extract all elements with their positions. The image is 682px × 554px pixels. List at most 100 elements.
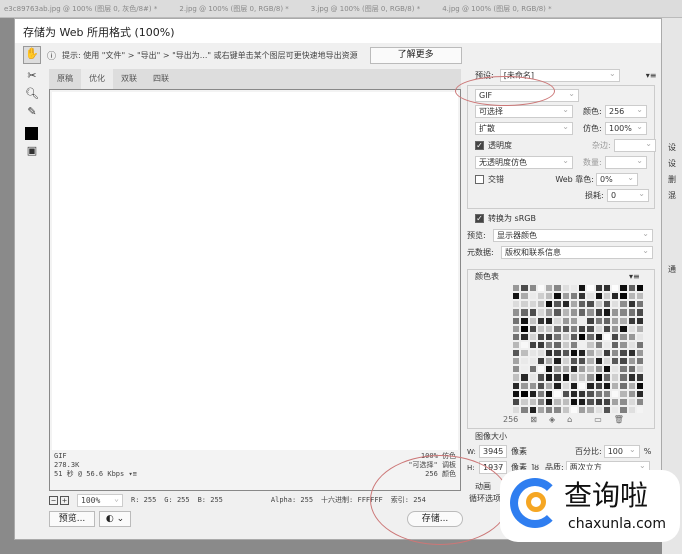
color-swatch[interactable] <box>586 389 595 398</box>
preview-select[interactable]: 显示器颜色 <box>493 228 653 242</box>
color-swatch[interactable] <box>569 381 578 390</box>
color-swatch[interactable] <box>602 397 611 406</box>
color-swatch[interactable] <box>569 332 578 341</box>
color-swatch[interactable] <box>594 300 603 309</box>
color-swatch[interactable] <box>578 349 587 358</box>
color-swatch[interactable] <box>520 324 529 333</box>
color-swatch[interactable] <box>528 365 537 374</box>
hand-tool-icon[interactable]: ✋ <box>23 46 41 64</box>
color-swatch[interactable] <box>528 349 537 358</box>
color-swatch[interactable] <box>635 324 644 333</box>
color-swatch[interactable] <box>520 332 529 341</box>
color-swatch[interactable] <box>545 389 554 398</box>
color-swatch[interactable] <box>627 284 636 293</box>
color-swatch[interactable] <box>545 332 554 341</box>
color-swatch[interactable] <box>611 373 620 382</box>
doc-tab[interactable]: 4.jpg @ 100% (图层 0, RGB/8) * <box>438 4 555 14</box>
transparency-dither-select[interactable]: 无透明度仿色 <box>475 155 573 169</box>
color-swatch[interactable] <box>553 405 562 414</box>
color-swatch[interactable] <box>611 284 620 293</box>
color-swatch[interactable] <box>536 308 545 317</box>
color-swatch[interactable] <box>553 292 562 301</box>
color-swatch[interactable] <box>536 332 545 341</box>
color-swatch[interactable] <box>545 292 554 301</box>
tab-4up[interactable]: 四联 <box>145 69 177 89</box>
color-swatch[interactable] <box>627 349 636 358</box>
color-swatch[interactable] <box>520 373 529 382</box>
color-swatch[interactable] <box>561 324 570 333</box>
color-swatch[interactable] <box>594 332 603 341</box>
color-swatch[interactable] <box>578 389 587 398</box>
color-swatch[interactable] <box>619 349 628 358</box>
percent-input[interactable]: 100 <box>603 444 640 458</box>
color-swatch[interactable] <box>553 365 562 374</box>
color-swatch[interactable] <box>512 284 521 293</box>
color-swatch[interactable] <box>561 365 570 374</box>
color-swatch[interactable] <box>536 340 545 349</box>
color-swatch[interactable] <box>520 397 529 406</box>
color-swatch[interactable] <box>578 292 587 301</box>
color-swatch[interactable] <box>627 340 636 349</box>
color-swatch[interactable] <box>569 397 578 406</box>
color-swatch[interactable] <box>545 324 554 333</box>
color-swatch[interactable] <box>602 300 611 309</box>
color-swatch[interactable] <box>578 357 587 366</box>
color-swatch[interactable] <box>594 284 603 293</box>
websnap-input[interactable]: 0% <box>596 172 638 186</box>
zoom-out-button[interactable]: − <box>49 495 58 505</box>
color-swatch[interactable] <box>561 389 570 398</box>
color-swatch[interactable] <box>578 397 587 406</box>
color-swatch[interactable] <box>569 349 578 358</box>
color-swatch[interactable] <box>602 324 611 333</box>
color-swatch[interactable] <box>627 300 636 309</box>
color-swatch[interactable] <box>520 300 529 309</box>
color-swatch[interactable] <box>512 308 521 317</box>
color-swatch[interactable] <box>635 284 644 293</box>
color-swatch[interactable] <box>594 405 603 414</box>
color-swatch[interactable] <box>512 357 521 366</box>
color-swatch[interactable] <box>602 332 611 341</box>
color-swatch[interactable] <box>561 397 570 406</box>
color-swatch[interactable] <box>635 308 644 317</box>
color-swatch[interactable] <box>561 349 570 358</box>
color-swatch[interactable] <box>635 349 644 358</box>
color-swatch[interactable] <box>611 405 620 414</box>
color-swatch[interactable] <box>602 357 611 366</box>
color-swatch[interactable] <box>528 292 537 301</box>
color-swatch[interactable] <box>528 284 537 293</box>
color-swatch[interactable] <box>619 389 628 398</box>
color-swatch[interactable] <box>594 292 603 301</box>
color-swatch[interactable] <box>602 316 611 325</box>
color-swatch[interactable] <box>528 324 537 333</box>
color-swatch[interactable] <box>635 316 644 325</box>
color-swatch[interactable] <box>561 300 570 309</box>
color-swatch[interactable] <box>619 316 628 325</box>
map-color-icon[interactable]: ⊠ <box>530 415 537 424</box>
color-swatch[interactable] <box>619 292 628 301</box>
color-swatch[interactable] <box>512 381 521 390</box>
color-swatch[interactable] <box>611 381 620 390</box>
color-swatch[interactable] <box>536 397 545 406</box>
color-swatch[interactable] <box>602 405 611 414</box>
color-swatch[interactable] <box>602 381 611 390</box>
dither-input[interactable]: 100% <box>605 121 647 135</box>
color-swatch[interactable] <box>536 349 545 358</box>
color-swatch[interactable] <box>586 373 595 382</box>
color-swatch[interactable] <box>619 308 628 317</box>
color-swatch[interactable] <box>586 332 595 341</box>
color-swatch[interactable] <box>627 405 636 414</box>
color-swatch[interactable] <box>536 405 545 414</box>
color-swatch[interactable] <box>512 292 521 301</box>
color-swatch[interactable] <box>520 340 529 349</box>
color-swatch[interactable] <box>594 397 603 406</box>
color-swatch[interactable] <box>561 316 570 325</box>
color-swatch[interactable] <box>635 332 644 341</box>
color-swatch[interactable] <box>528 308 537 317</box>
color-swatch[interactable] <box>635 357 644 366</box>
color-swatch[interactable] <box>553 340 562 349</box>
color-swatch[interactable] <box>619 405 628 414</box>
color-swatch[interactable] <box>512 373 521 382</box>
color-swatch[interactable] <box>561 373 570 382</box>
lock-color-icon[interactable]: ⌂ <box>567 415 572 424</box>
color-swatch[interactable] <box>627 357 636 366</box>
